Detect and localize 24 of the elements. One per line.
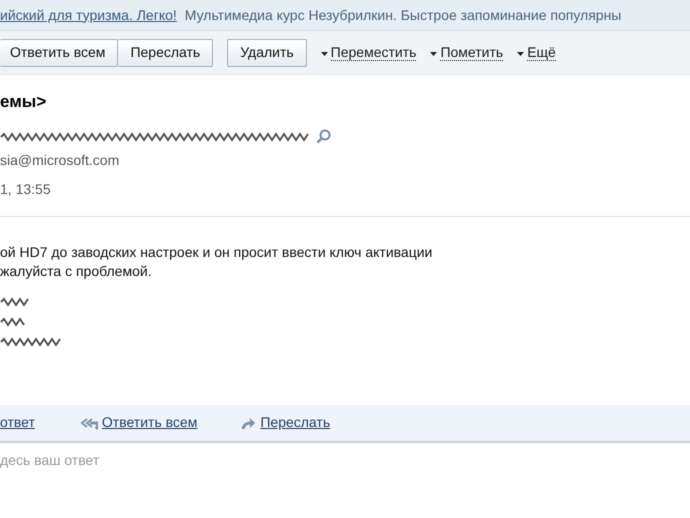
toolbar-button[interactable]: Переслать [118, 38, 214, 66]
reply-link[interactable]: Ответить всем [102, 412, 198, 433]
forward-icon [241, 416, 256, 430]
ad-link[interactable]: ийский для туризма. Легко! [0, 4, 177, 26]
caret-icon [517, 52, 524, 56]
menu-link[interactable]: Переместить [330, 44, 416, 60]
caret-icon [320, 52, 328, 56]
toolbar-button[interactable]: Ответить всем [0, 38, 118, 66]
message-subject: емы> [0, 91, 48, 113]
reply-all-icon [78, 416, 98, 430]
body-line: ой HD7 до заводских настроек и он просит ввести ключ активации [0, 242, 434, 262]
caret-icon [430, 52, 438, 56]
reply-link[interactable]: Переслать [260, 412, 330, 433]
search-icon [316, 129, 331, 144]
reply-link[interactable]: ответ [0, 412, 35, 433]
menu-link[interactable]: Пометить [440, 44, 504, 60]
body-line: жалуйста с проблемой. [0, 262, 153, 280]
redacted-text-icon [0, 132, 310, 142]
menu-link[interactable]: Ещё [527, 44, 556, 60]
message-date: 1, 13:55 [0, 180, 52, 198]
toolbar-button[interactable]: Удалить [227, 38, 307, 66]
redacted-text-icon [0, 296, 30, 306]
ad-text: Мультимедиа курс Незубрилкин. Быстрое запоминание популярны [184, 6, 622, 25]
sender-email: sia@microsoft.com [0, 150, 120, 170]
